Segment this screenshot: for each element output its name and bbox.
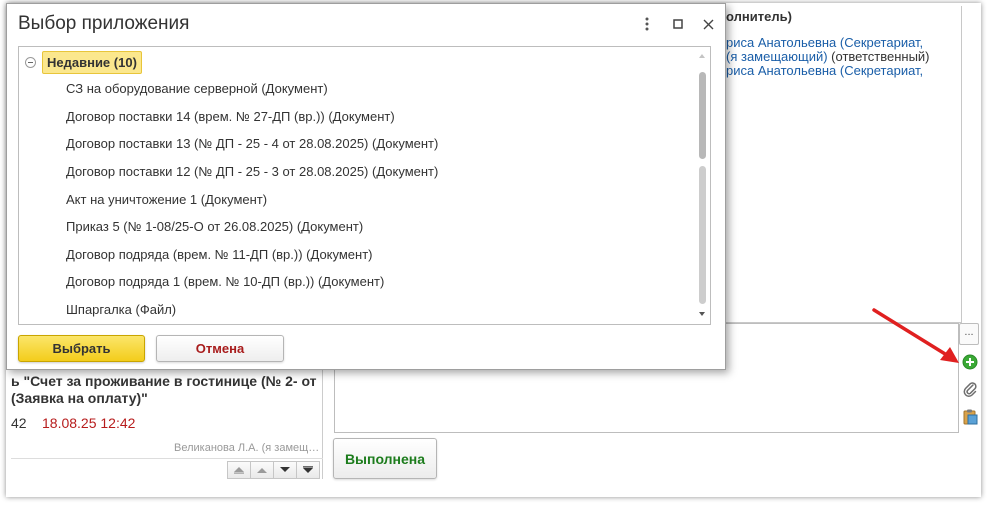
list-item[interactable]: Договор подряда (врем. № 11-ДП (вр.)) (Д… (66, 247, 373, 262)
list-item[interactable]: СЗ на оборудование серверной (Документ) (66, 81, 328, 96)
history-nav (227, 461, 320, 479)
window-frame: олнитель) риса Анатольевна (Секретариат,… (6, 3, 981, 497)
performer-line[interactable]: риса Анатольевна (Секретариат, (726, 36, 930, 50)
performers-header: олнитель) (726, 9, 792, 24)
performer-role: (ответственный) (827, 49, 930, 64)
divider (322, 369, 323, 479)
list-item[interactable]: Договор поставки 13 (№ ДП - 25 - 4 от 28… (66, 136, 438, 151)
clipboard-icon[interactable] (961, 408, 979, 426)
nav-first-button[interactable] (227, 461, 251, 479)
collapse-icon[interactable] (25, 57, 36, 68)
scrollbar-track[interactable] (699, 166, 706, 304)
cancel-button[interactable]: Отмена (156, 335, 284, 362)
up-icon (257, 468, 267, 473)
double-down-icon (303, 466, 313, 473)
performer-link[interactable]: (я замещающий) (726, 49, 828, 64)
performer-link[interactable]: риса Анатольевна (Секретариат, (726, 63, 923, 78)
nav-up-button[interactable] (250, 461, 274, 479)
list-item[interactable]: Договор поставки 14 (врем. № 27-ДП (вр.)… (66, 109, 395, 124)
attachment-selection-dialog: Выбор приложения Недавние (10) СЗ на обо… (6, 3, 726, 370)
performer-line[interactable]: риса Анатольевна (Секретариат, (726, 64, 930, 78)
list-item[interactable]: Акт на уничтожение 1 (Документ) (66, 192, 267, 207)
scroll-up-icon[interactable] (699, 54, 705, 58)
task-date: 18.08.25 12:42 (42, 415, 136, 431)
more-vertical-icon[interactable] (639, 16, 655, 32)
select-button[interactable]: Выбрать (18, 335, 145, 362)
performer-line[interactable]: (я замещающий) (ответственный) (726, 50, 930, 64)
close-icon[interactable] (700, 16, 716, 32)
performer-link[interactable]: риса Анатольевна (Секретариат, (726, 35, 923, 50)
scrollbar-thumb[interactable] (699, 72, 706, 159)
attachments-tree[interactable]: Недавние (10) СЗ на оборудование серверн… (18, 46, 711, 325)
list-item[interactable]: Приказ 5 (№ 1-08/25-О от 26.08.2025) (До… (66, 219, 363, 234)
list-item[interactable]: Договор подряда 1 (врем. № 10-ДП (вр.)) … (66, 274, 384, 289)
double-up-icon (234, 467, 244, 474)
maximize-icon[interactable] (670, 16, 686, 32)
task-subject: ь "Счет за проживание в гостинице (№ 2- … (11, 373, 317, 406)
vertical-scrollbar[interactable] (696, 48, 710, 323)
tree-group-recent[interactable]: Недавние (10) (25, 51, 142, 74)
annotation-arrow (872, 308, 959, 363)
nav-last-button[interactable] (296, 461, 320, 479)
list-item[interactable]: Договор поставки 12 (№ ДП - 25 - 3 от 28… (66, 164, 438, 179)
dialog-title: Выбор приложения (18, 13, 190, 34)
nav-down-button[interactable] (273, 461, 297, 479)
down-icon (280, 467, 290, 472)
tree-group-label[interactable]: Недавние (10) (42, 51, 142, 74)
paperclip-icon[interactable] (961, 380, 979, 398)
divider (11, 458, 323, 459)
task-number: 42 (11, 415, 27, 431)
task-author: Великанова Л.А. (я замещающий) (174, 442, 320, 454)
list-item[interactable]: Шпаргалка (Файл) (66, 302, 176, 317)
completed-button[interactable]: Выполнена (333, 438, 437, 479)
scroll-down-icon[interactable] (699, 312, 705, 316)
performers-list: риса Анатольевна (Секретариат, (я замеща… (726, 36, 930, 78)
